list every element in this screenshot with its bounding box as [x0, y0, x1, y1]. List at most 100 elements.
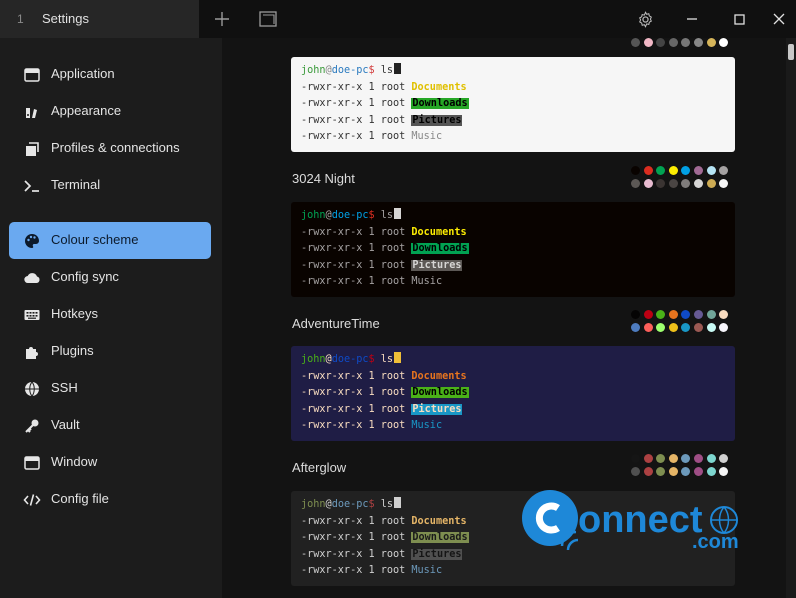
prompt-host: doe-pc [331, 499, 369, 510]
palette-swatch [706, 310, 716, 319]
scheme-palette [631, 454, 741, 478]
listing-line: -rwxr-xr-x 1 root Pictures [301, 113, 725, 130]
prompt-symbol: $ [368, 499, 381, 510]
close-button[interactable] [768, 8, 790, 30]
prompt-command: ls [380, 65, 394, 76]
palette-swatch [668, 466, 678, 476]
palette-swatch [656, 310, 666, 319]
prompt-command: ls [380, 354, 394, 365]
listing-line: -rwxr-xr-x 1 root Music [301, 129, 725, 146]
palette-swatch [719, 466, 729, 476]
palette-swatch [631, 322, 640, 332]
palette-swatch [694, 166, 703, 175]
sidebar-item-label: Window [51, 454, 98, 469]
keyboard-icon [24, 310, 40, 320]
file-name: Pictures [411, 403, 463, 415]
palette-swatch [719, 178, 729, 188]
prompt-host: doe-pc [331, 210, 369, 221]
scheme-name: Afterglow [292, 460, 347, 475]
prompt-line: john@doe-pc$ ls [301, 352, 725, 369]
scheme-preview[interactable]: john@doe-pc$ ls -rwxr-xr-x 1 root Documen… [291, 346, 735, 441]
sidebar-item-colour-scheme[interactable]: Colour scheme [9, 222, 211, 259]
terminal-cursor [394, 208, 402, 219]
sidebar-item-ssh[interactable]: SSH [9, 370, 211, 407]
palette-swatch [681, 310, 691, 319]
scheme-preview[interactable]: john@doe-pc$ ls -rwxr-xr-x 1 root Documen… [291, 57, 735, 152]
listing-line: -rwxr-xr-x 1 root Music [301, 418, 725, 435]
file-permissions: -rwxr-xr-x 1 root [301, 98, 412, 110]
file-permissions: -rwxr-xr-x 1 root [301, 403, 412, 415]
sidebar-item-window[interactable]: Window [9, 444, 211, 481]
palette-swatch [656, 322, 666, 332]
prompt-line: john@doe-pc$ ls [301, 208, 725, 225]
palette-swatch [631, 454, 640, 463]
sidebar-item-label: Application [51, 66, 115, 81]
listing-line: -rwxr-xr-x 1 root Documents [301, 225, 725, 242]
file-permissions: -rwxr-xr-x 1 root [301, 226, 412, 238]
listing-line: -rwxr-xr-x 1 root Pictures [301, 258, 725, 275]
file-name: Downloads [411, 387, 469, 399]
palette-swatch [694, 322, 703, 332]
key-icon [25, 419, 39, 433]
scheme-palette [631, 166, 741, 190]
tab-title: Settings [42, 11, 89, 26]
sidebar-item-appearance[interactable]: Appearance [9, 93, 211, 130]
sidebar-item-label: Plugins [51, 343, 94, 358]
scheme-name: 3024 Night [292, 171, 355, 186]
new-tab-button[interactable] [211, 8, 233, 30]
palette-swatch [681, 466, 691, 476]
sidebar-item-label: Hotkeys [51, 306, 98, 321]
file-name: Documents [411, 370, 467, 382]
listing-line: -rwxr-xr-x 1 root Downloads [301, 241, 725, 258]
sidebar-item-hotkeys[interactable]: Hotkeys [9, 296, 211, 333]
plus-icon [215, 12, 229, 26]
settings-button[interactable] [634, 8, 656, 30]
file-permissions: -rwxr-xr-x 1 root [301, 243, 412, 255]
scrollbar-thumb[interactable] [788, 44, 794, 60]
file-name: Music [411, 565, 443, 577]
scrollbar[interactable] [786, 38, 796, 598]
watermark-logo: onnect .com [512, 488, 748, 564]
terminal-cursor [394, 352, 402, 363]
cloud-icon [24, 273, 40, 284]
palette-swatch [643, 466, 653, 476]
palette-swatch [643, 454, 653, 463]
prompt-line: john@doe-pc$ ls [301, 63, 725, 80]
sidebar-item-label: Colour scheme [51, 232, 139, 247]
palette-swatch [631, 466, 640, 476]
watermark-text: onnect [578, 499, 703, 541]
listing-line: -rwxr-xr-x 1 root Documents [301, 369, 725, 386]
palette-swatch [706, 178, 716, 188]
sidebar-item-config-sync[interactable]: Config sync [9, 259, 211, 296]
tab-settings[interactable]: 1 Settings [0, 0, 199, 38]
file-name: Downloads [411, 98, 469, 110]
sidebar-item-profiles[interactable]: Profiles & connections [9, 130, 211, 167]
sidebar-item-config-file[interactable]: Config file [9, 481, 211, 518]
sidebar-item-label: Vault [51, 417, 80, 432]
maximize-button[interactable] [728, 8, 750, 30]
file-name: Pictures [411, 548, 463, 560]
sidebar-item-label: Profiles & connections [51, 140, 180, 155]
sidebar-item-terminal[interactable]: Terminal [9, 167, 211, 204]
scheme-preview[interactable]: john@doe-pc$ ls -rwxr-xr-x 1 root Documen… [291, 202, 735, 297]
sidebar-item-vault[interactable]: Vault [9, 407, 211, 444]
minimize-button[interactable] [681, 8, 703, 30]
listing-line: -rwxr-xr-x 1 root Downloads [301, 96, 725, 113]
listing-line: -rwxr-xr-x 1 root Documents [301, 80, 725, 97]
palette-swatch [694, 178, 703, 188]
palette-icon [25, 234, 39, 248]
palette-swatch [668, 310, 678, 319]
sidebar-item-application[interactable]: Application [9, 56, 211, 93]
palette-swatch [681, 322, 691, 332]
file-permissions: -rwxr-xr-x 1 root [301, 114, 412, 126]
sidebar-item-label: Appearance [51, 103, 122, 118]
sidebar-item-plugins[interactable]: Plugins [9, 333, 211, 370]
prompt-user: john [301, 499, 326, 510]
palette-swatch [694, 466, 703, 476]
window-tabs-button[interactable] [257, 8, 279, 30]
file-permissions: -rwxr-xr-x 1 root [301, 276, 412, 288]
file-permissions: -rwxr-xr-x 1 root [301, 131, 412, 143]
tab-number: 1 [17, 12, 24, 26]
file-name: Documents [411, 515, 467, 527]
file-name: Downloads [411, 243, 469, 255]
